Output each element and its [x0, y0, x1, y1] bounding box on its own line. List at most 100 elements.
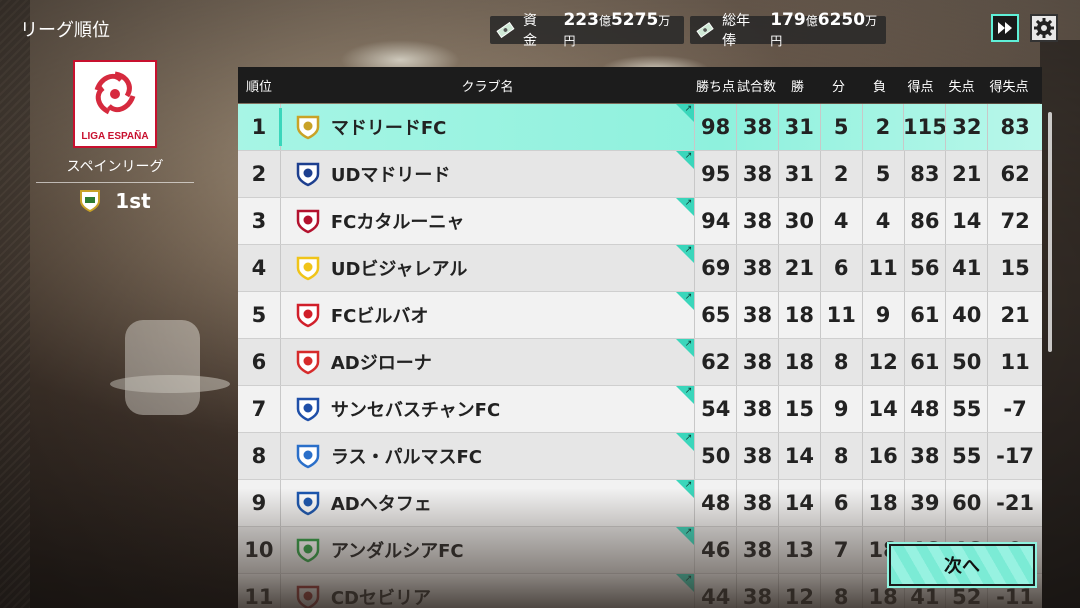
league-card: LIGA ESPAÑA スペインリーグ 1st: [36, 60, 194, 213]
row-ga: 21: [945, 151, 987, 197]
club-crest-icon: [296, 397, 320, 422]
row-l: 12: [861, 339, 904, 385]
row-gd: 21: [987, 292, 1042, 338]
row-gp: 38: [736, 151, 778, 197]
row-gp: 38: [736, 198, 778, 244]
row-gf: 48: [903, 386, 946, 432]
row-gf: 61: [903, 292, 946, 338]
row-ga: 55: [945, 386, 987, 432]
club-crest-icon: [296, 115, 320, 140]
header-points: 勝ち点: [695, 79, 735, 95]
money-icon: [496, 21, 515, 39]
row-rank: 4: [238, 245, 281, 291]
league-logo-text: LIGA ESPAÑA: [81, 131, 149, 142]
club-crest-icon: [296, 303, 320, 328]
arrow-icon: ↗: [684, 151, 693, 161]
table-header: 順位 クラブ名 勝ち点 試合数 勝 分 負 得点 失点 得失点: [238, 67, 1042, 103]
row-rank: 2: [238, 151, 281, 197]
row-l: 16: [861, 433, 904, 479]
club-name: FCビルバオ: [330, 306, 429, 327]
row-w: 18: [777, 339, 820, 385]
row-gf: 38: [903, 433, 946, 479]
row-club: FCカタルーニャ ↗: [281, 198, 695, 244]
row-ga: 40: [945, 292, 987, 338]
club-name: サンセバスチャンFC: [330, 400, 501, 421]
table-row[interactable]: 7 サンセバスチャンFC ↗ 54 38 15 9 14 48 55 -7: [238, 386, 1042, 433]
header-draws: 分: [831, 79, 845, 95]
row-w: 31: [777, 151, 820, 197]
league-name: スペインリーグ: [36, 156, 194, 183]
row-pts: 50: [694, 433, 736, 479]
money-icon: [696, 22, 714, 38]
row-d: 5: [819, 104, 862, 150]
row-w: 18: [777, 292, 820, 338]
row-w: 31: [777, 104, 820, 150]
row-l: 4: [861, 198, 904, 244]
row-club: ラス・パルマスFC ↗: [281, 433, 695, 479]
row-rank: 8: [238, 433, 281, 479]
arrow-icon: ↗: [684, 104, 693, 114]
club-name: マドリードFC: [330, 118, 447, 139]
my-rank-value: 1st: [115, 189, 151, 213]
row-d: 4: [819, 198, 862, 244]
next-button-label: 次へ: [944, 556, 980, 577]
header-goal-diff: 得失点: [989, 79, 1029, 95]
row-ga: 55: [945, 433, 987, 479]
scrollbar[interactable]: [1048, 112, 1052, 352]
row-club: UDマドリード ↗: [281, 151, 695, 197]
row-d: 11: [819, 292, 862, 338]
row-club: FCビルバオ ↗: [281, 292, 695, 338]
club-name: UDマドリード: [330, 165, 451, 186]
row-pts: 62: [694, 339, 736, 385]
table-row[interactable]: 5 FCビルバオ ↗ 65 38 18 11 9 61 40 21: [238, 292, 1042, 339]
gear-icon: [1034, 18, 1054, 38]
row-rank: 3: [238, 198, 281, 244]
row-club: マドリードFC ↗: [281, 104, 695, 150]
table-row[interactable]: 2 UDマドリード ↗ 95 38 31 2 5 83 21 62: [238, 151, 1042, 198]
row-club: ADジローナ ↗: [281, 339, 695, 385]
table-row[interactable]: 8 ラス・パルマスFC ↗ 50 38 14 8 16 38 55 -17: [238, 433, 1042, 480]
table-row[interactable]: 4 UDビジャレアル ↗ 69 38 21 6 11 56 41 15: [238, 245, 1042, 292]
arrow-icon: ↗: [684, 339, 693, 349]
header-losses: 負: [872, 79, 886, 95]
row-gf: 115: [903, 104, 947, 150]
row-gp: 38: [736, 104, 778, 150]
my-club-crest-icon: [80, 190, 101, 213]
funds-display: 資金 223億5275万円: [490, 10, 684, 49]
arrow-icon: ↗: [684, 386, 693, 396]
row-d: 8: [819, 339, 862, 385]
next-button[interactable]: 次へ: [887, 542, 1037, 588]
row-l: 2: [861, 104, 904, 150]
row-l: 5: [861, 151, 904, 197]
payroll-label: 総年俸: [722, 13, 751, 49]
row-pts: 69: [694, 245, 736, 291]
row-w: 14: [777, 433, 820, 479]
funds-value: 223億5275万円: [563, 10, 671, 48]
row-club: UDビジャレアル ↗: [281, 245, 695, 291]
league-swirl-icon: [94, 71, 136, 115]
row-ga: 14: [945, 198, 987, 244]
row-club: サンセバスチャンFC ↗: [281, 386, 695, 432]
row-gp: 38: [736, 386, 778, 432]
row-gf: 86: [903, 198, 946, 244]
standings-table: 順位 クラブ名 勝ち点 試合数 勝 分 負 得点 失点 得失点 1 マドリードFC…: [238, 67, 1042, 608]
row-gp: 38: [736, 245, 778, 291]
row-l: 11: [861, 245, 904, 291]
table-row[interactable]: 6 ADジローナ ↗ 62 38 18 8 12 61 50 11: [238, 339, 1042, 386]
club-crest-icon: [296, 209, 320, 234]
row-rank: 5: [238, 292, 281, 338]
row-d: 8: [819, 433, 862, 479]
row-d: 9: [819, 386, 862, 432]
row-w: 30: [777, 198, 820, 244]
fast-forward-button[interactable]: [991, 14, 1019, 42]
table-row[interactable]: 1 マドリードFC ↗ 98 38 31 5 2 115 32 83: [238, 104, 1042, 151]
row-pts: 94: [694, 198, 736, 244]
settings-button[interactable]: [1030, 14, 1058, 42]
table-row[interactable]: 3 FCカタルーニャ ↗ 94 38 30 4 4 86 14 72: [238, 198, 1042, 245]
payroll-value: 179億6250万円: [770, 10, 878, 48]
row-gf: 83: [903, 151, 946, 197]
row-pts: 65: [694, 292, 736, 338]
row-w: 21: [777, 245, 820, 291]
club-name: UDビジャレアル: [330, 259, 468, 280]
club-crest-icon: [296, 350, 320, 375]
